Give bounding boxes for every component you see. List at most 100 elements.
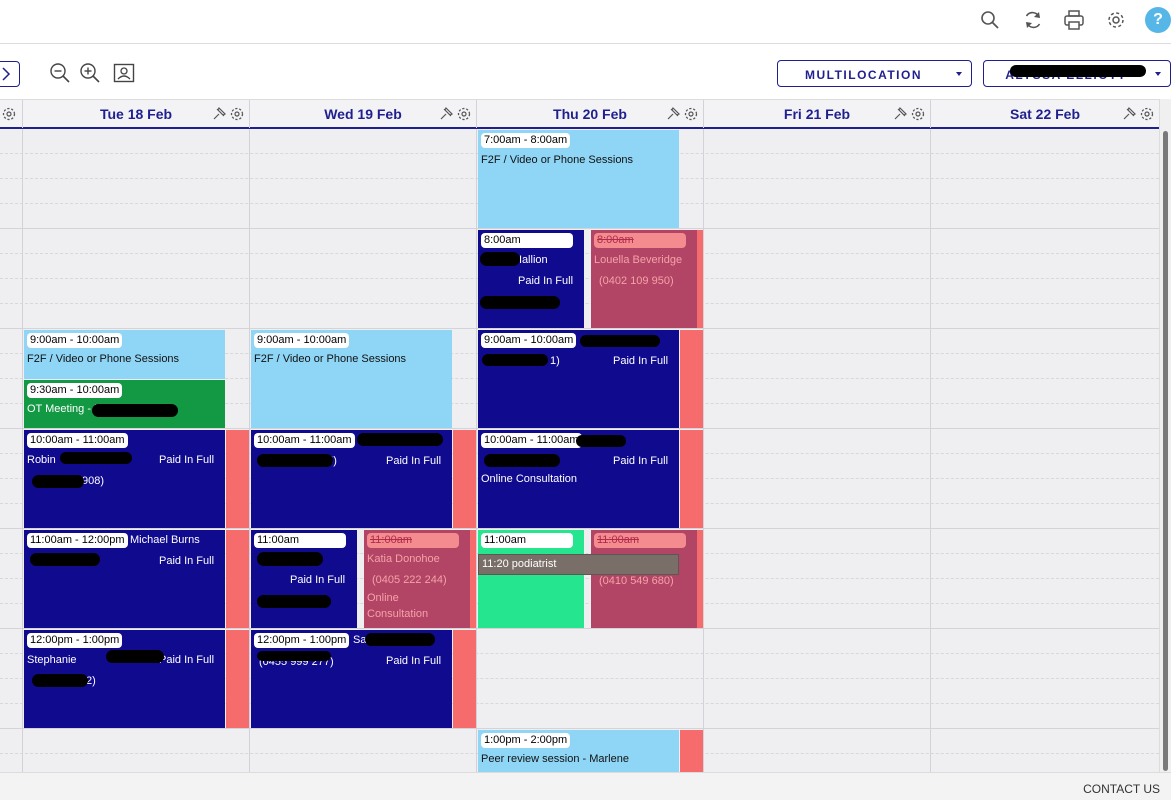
appointment-title: Peer review session - Marlene xyxy=(481,753,629,765)
client-name: Louella Beveridge xyxy=(594,254,683,266)
day-header-sat[interactable]: Sat 22 Feb xyxy=(931,100,1159,128)
day-header-mon xyxy=(0,100,23,128)
status-stripe xyxy=(680,330,703,428)
status-stripe xyxy=(680,730,703,772)
appointment-block[interactable]: 11:00am - 12:00pm Michael Burns Paid In … xyxy=(24,530,225,628)
redaction-mark xyxy=(32,674,88,687)
payment-status: Paid In Full xyxy=(290,574,346,586)
redaction-mark xyxy=(257,552,323,566)
client-phone: (0405 222 244) xyxy=(372,574,447,586)
appointment-block[interactable]: 9:00am - 10:00am 1) Paid In Full xyxy=(478,330,679,428)
redaction-mark xyxy=(60,452,132,464)
calendar-grid[interactable]: 7:00am - 8:00am F2F / Video or Phone Ses… xyxy=(0,129,1159,772)
appointment-block[interactable]: 10:00am - 11:00am Paid In Full Online Co… xyxy=(478,430,679,528)
pin-icon[interactable] xyxy=(1121,106,1155,122)
client-phone: (0410 549 680) xyxy=(599,575,674,587)
day-column-divider xyxy=(703,129,704,772)
calendar-note[interactable]: 11:20 podiatrist xyxy=(478,554,679,575)
zoom-out-icon[interactable] xyxy=(48,61,72,85)
footer: CONTACT US xyxy=(0,772,1171,800)
day-header-wed[interactable]: Wed 19 Feb xyxy=(250,100,477,128)
appointment-block[interactable]: 10:00am - 11:00am Robin Paid In Full 908… xyxy=(24,430,225,528)
status-stripe xyxy=(470,530,476,628)
redaction-mark xyxy=(257,651,331,661)
day-column-divider xyxy=(930,129,931,772)
scrollbar-thumb[interactable] xyxy=(1163,131,1168,771)
appointment-time: 9:00am - 10:00am xyxy=(254,333,350,348)
client-name: Robin xyxy=(27,454,56,466)
appointment-time: 11:00am xyxy=(367,533,459,548)
status-stripe xyxy=(453,430,476,528)
payment-status: Paid In Full xyxy=(159,654,215,666)
grid-line xyxy=(0,328,1159,329)
settings-icon[interactable] xyxy=(1,106,17,122)
pin-icon[interactable] xyxy=(665,106,699,122)
appointment-time: 10:00am - 11:00am xyxy=(481,433,582,448)
top-bar: ? xyxy=(0,0,1171,44)
payment-status: Paid In Full xyxy=(613,455,669,467)
day-header-row: Tue 18 Feb Wed 19 Feb Thu 20 Feb Fri 21 … xyxy=(0,99,1159,129)
search-icon[interactable] xyxy=(978,8,1002,32)
grid-line xyxy=(0,528,1159,529)
redaction-mark xyxy=(482,354,548,366)
appointment-block[interactable]: 10:00am - 11:00am 25) Paid In Full xyxy=(251,430,452,528)
next-week-button[interactable] xyxy=(0,61,20,87)
redaction-mark xyxy=(580,335,660,347)
refresh-icon[interactable] xyxy=(1021,8,1045,32)
toolbar: MULTILOCATION ALYSSA ELLIOTT xyxy=(0,44,1171,99)
grid-line xyxy=(0,728,1159,729)
appointment-block[interactable]: 9:00am - 10:00am F2F / Video or Phone Se… xyxy=(24,330,225,379)
status-stripe xyxy=(697,230,703,328)
multilocation-label: MULTILOCATION xyxy=(804,68,923,82)
appointment-block[interactable]: 12:00pm - 1:00pm Sa (0455 999 277) Paid … xyxy=(251,630,452,728)
appointment-block[interactable]: 11:00am Paid In Full xyxy=(251,530,357,628)
day-header-thu[interactable]: Thu 20 Feb xyxy=(477,100,704,128)
grid-line xyxy=(0,628,1159,629)
help-icon[interactable]: ? xyxy=(1145,7,1171,33)
appointment-time: 9:00am - 10:00am xyxy=(481,333,577,348)
redaction-mark xyxy=(30,553,100,566)
redaction-mark xyxy=(106,650,164,663)
day-column-divider xyxy=(22,129,23,772)
redaction-mark xyxy=(32,475,84,488)
appointment-note: Online Consultation xyxy=(481,473,578,485)
appointment-time: 8:00am xyxy=(594,233,686,248)
print-icon[interactable] xyxy=(1062,8,1086,32)
appointment-block[interactable]: 7:00am - 8:00am F2F / Video or Phone Ses… xyxy=(478,130,679,228)
cancelled-appointment-block[interactable]: 11:00am (0410 549 680) xyxy=(591,530,697,628)
cancelled-appointment-block[interactable]: 8:00am Louella Beveridge (0402 109 950) xyxy=(591,230,697,328)
pin-icon[interactable] xyxy=(211,106,245,122)
appointment-time: 11:00am xyxy=(594,533,686,548)
payment-status: Paid In Full xyxy=(159,454,215,466)
day-header-tue[interactable]: Tue 18 Feb xyxy=(23,100,250,128)
zoom-in-icon[interactable] xyxy=(78,61,102,85)
calendar-app: ? MULTILOCATION ALYSSA ELLIOTT Tue 18 Fe… xyxy=(0,0,1171,800)
day-column-divider xyxy=(249,129,250,772)
payment-status: Paid In Full xyxy=(159,555,215,567)
appointment-block[interactable]: 11:00am xyxy=(478,530,584,628)
appointment-time: 11:00am - 12:00pm xyxy=(27,533,128,548)
multilocation-dropdown[interactable]: MULTILOCATION xyxy=(777,60,972,87)
redaction-mark xyxy=(480,252,520,266)
redaction-mark xyxy=(257,454,333,467)
client-phone: 1) xyxy=(550,355,560,367)
client-name: Katia Donohoe xyxy=(367,553,440,565)
appointment-title: F2F / Video or Phone Sessions xyxy=(254,353,407,365)
pin-icon[interactable] xyxy=(892,106,926,122)
appointment-block[interactable]: 9:00am - 10:00am F2F / Video or Phone Se… xyxy=(251,330,452,428)
appointment-block[interactable]: 8:00am Hallion Paid In Full xyxy=(478,230,584,328)
settings-icon[interactable] xyxy=(1104,8,1128,32)
status-stripe xyxy=(226,430,249,528)
appointment-block[interactable]: 9:30am - 10:00am OT Meeting - B xyxy=(24,380,225,428)
caret-down-icon xyxy=(1155,72,1161,76)
day-header-fri[interactable]: Fri 21 Feb xyxy=(704,100,931,128)
fullscreen-icon[interactable] xyxy=(112,61,136,85)
appointment-time: 8:00am xyxy=(481,233,573,248)
appointment-block[interactable]: 1:00pm - 2:00pm Peer review session - Ma… xyxy=(478,730,679,772)
cancelled-appointment-block[interactable]: 11:00am Katia Donohoe (0405 222 244) Onl… xyxy=(364,530,470,628)
appointment-block[interactable]: 12:00pm - 1:00pm Stephanie os Paid In Fu… xyxy=(24,630,225,728)
vertical-scrollbar[interactable] xyxy=(1159,99,1171,772)
contact-us-link[interactable]: CONTACT US xyxy=(1083,782,1160,796)
practitioner-dropdown[interactable]: ALYSSA ELLIOTT xyxy=(983,60,1171,87)
pin-icon[interactable] xyxy=(438,106,472,122)
